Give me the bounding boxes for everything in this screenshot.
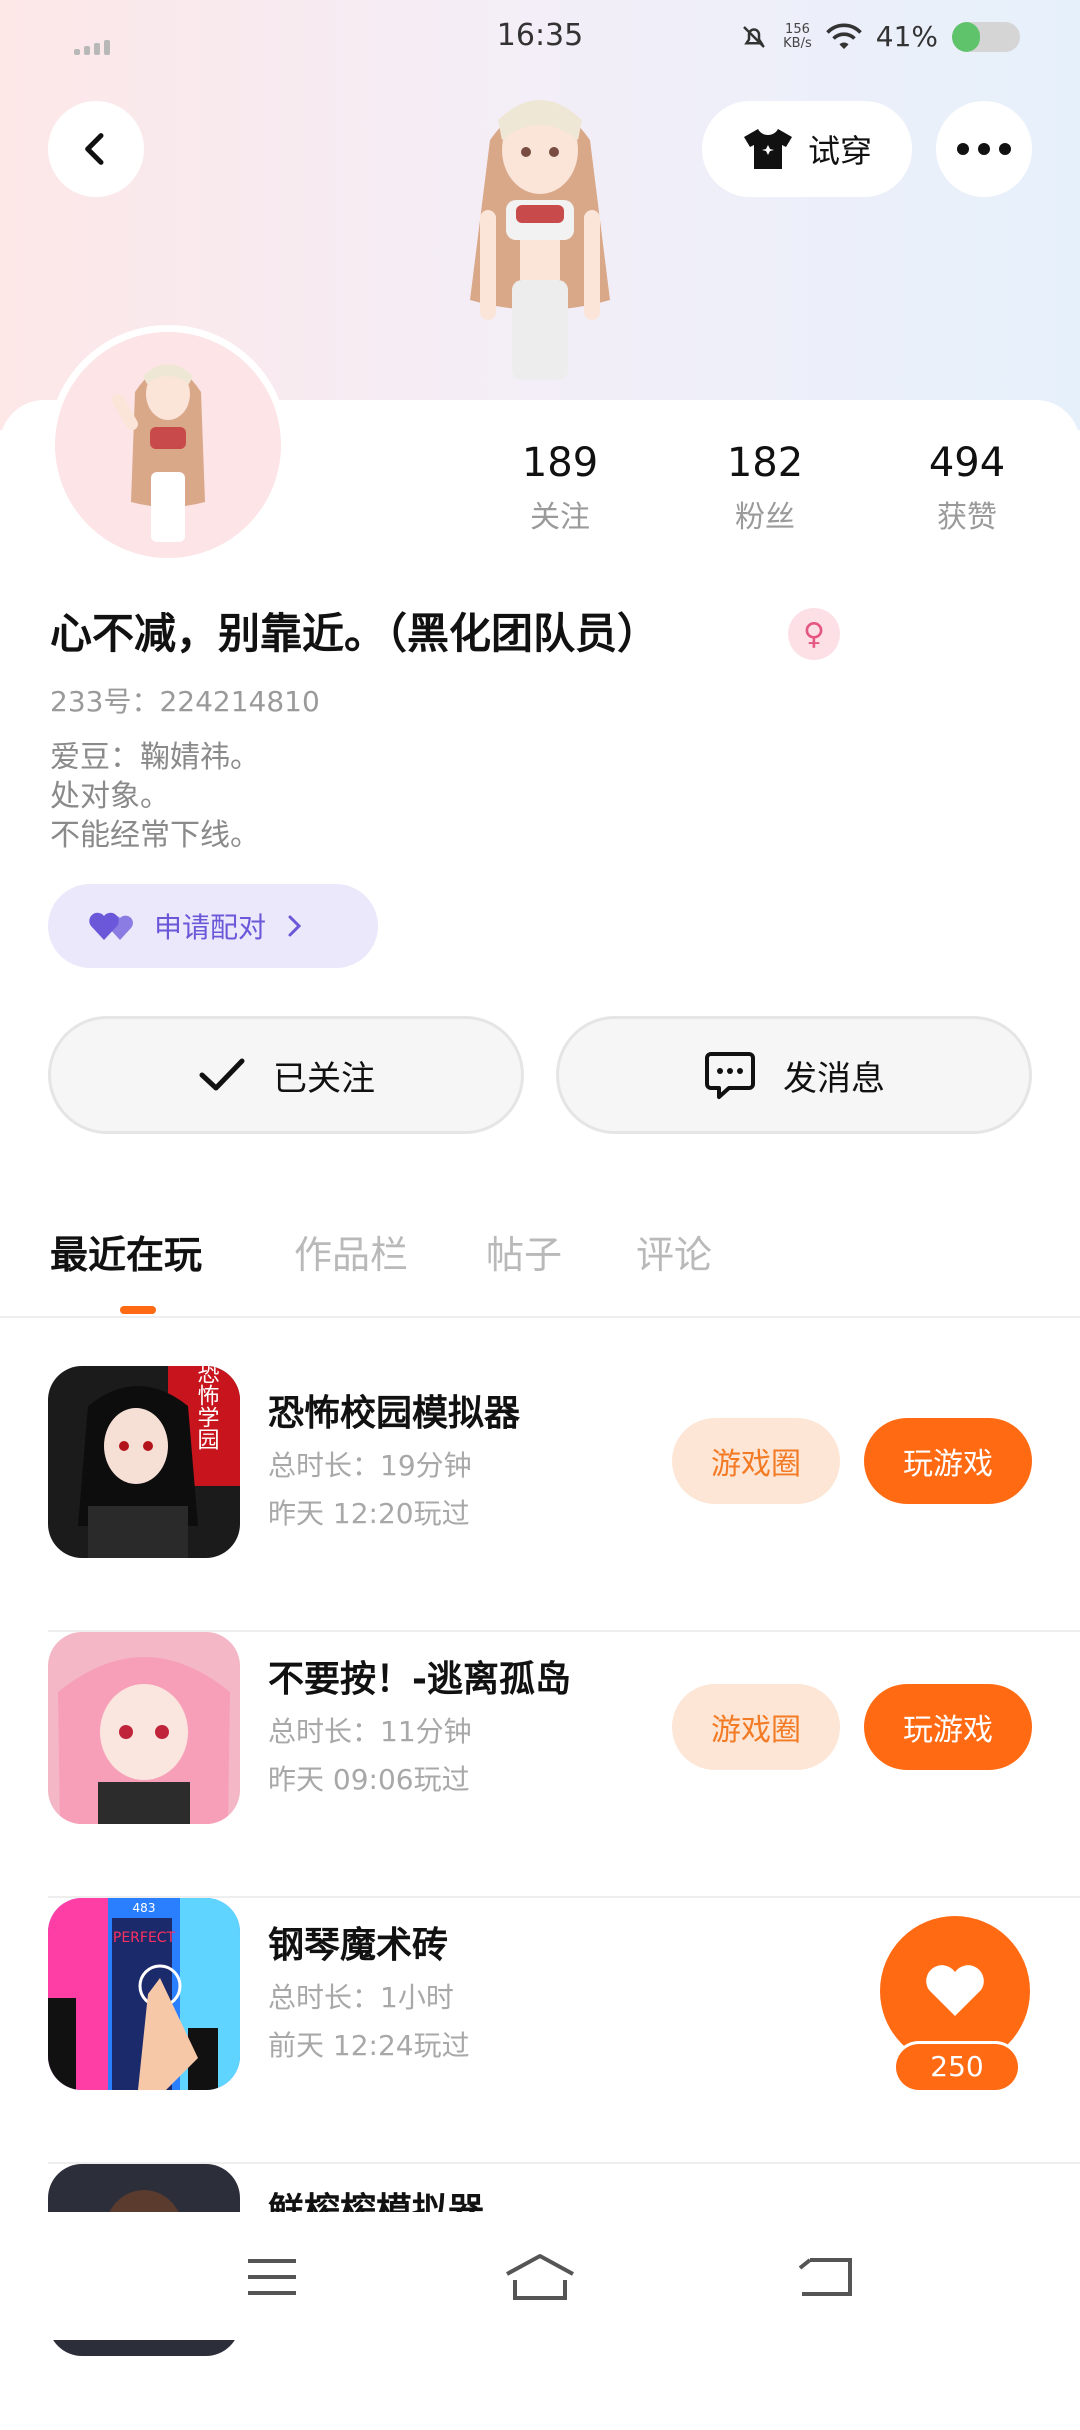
avatar[interactable]: [48, 325, 288, 565]
heart-icon: [926, 1965, 984, 2016]
stat-followers[interactable]: 182 粉丝: [685, 440, 845, 536]
game-duration: 总时长：11分钟: [268, 1715, 472, 1748]
followed-label: 已关注: [273, 1058, 375, 1099]
followed-button[interactable]: 已关注: [48, 1016, 524, 1134]
tshirt-icon: [743, 129, 792, 169]
more-dots-icon: [957, 143, 1011, 155]
game-duration: 总时长：19分钟: [268, 1449, 472, 1482]
tab-recent-play[interactable]: 最近在玩: [50, 1224, 202, 1279]
wifi-icon: [825, 23, 862, 49]
tab-comments[interactable]: 评论: [636, 1224, 712, 1279]
play-game-button[interactable]: 玩游戏: [864, 1684, 1032, 1770]
game-title: 钢琴魔术砖: [268, 1925, 449, 1966]
tab-posts[interactable]: 帖子: [486, 1224, 562, 1279]
game-row[interactable]: 不要按！-逃离孤岛 总时长：11分钟 昨天 09:06玩过 游戏圈 玩游戏: [48, 1632, 1080, 1898]
menu-icon: [248, 2259, 296, 2295]
message-label: 发消息: [783, 1058, 885, 1099]
tab-works[interactable]: 作品栏: [294, 1224, 408, 1279]
game-duration: 总时长：1小时: [268, 1981, 454, 2014]
avatar-figure: [112, 364, 205, 542]
profile-bio: 爱豆：鞠婧祎。 处对象。 不能经常下线。: [50, 740, 260, 853]
game-icon-horror-school[interactable]: 恐怖学园: [48, 1366, 240, 1558]
chat-bubble-icon: [705, 1052, 755, 1099]
avatar-3d-figure: [470, 100, 610, 380]
pair-request-label: 申请配对: [154, 911, 267, 944]
game-title: 不要按！-逃离孤岛: [268, 1659, 571, 1700]
game-circle-button[interactable]: 游戏圈: [672, 1418, 840, 1504]
game-icon-piano-tiles[interactable]: 483 PERFECT: [48, 1898, 240, 2090]
chevron-left-icon: [85, 133, 104, 165]
check-icon: [199, 1058, 245, 1091]
message-button[interactable]: 发消息: [556, 1016, 1032, 1134]
back-arrow-icon: [798, 2258, 852, 2296]
home-icon: [506, 2254, 574, 2300]
play-game-button[interactable]: 玩游戏: [864, 1418, 1032, 1504]
status-bar: 16:35 156 KB/s 41%: [0, 0, 1080, 80]
back-button[interactable]: [48, 101, 144, 197]
like-count: 250: [896, 2044, 1018, 2090]
icon-text: 恐怖学园: [194, 1366, 220, 1450]
active-tab-indicator: [120, 1306, 156, 1314]
game-title: 恐怖校园模拟器: [268, 1393, 521, 1434]
game-last-played: 前天 12:24玩过: [268, 2029, 470, 2062]
icon-score: 483: [133, 1901, 156, 1915]
system-nav-bar: [0, 2212, 1080, 2340]
battery-icon: [952, 21, 1020, 52]
game-last-played: 昨天 09:06玩过: [268, 1763, 470, 1796]
try-on-button[interactable]: 试穿: [702, 101, 912, 197]
try-on-label: 试穿: [807, 132, 872, 170]
stat-likes[interactable]: 494 获赞: [887, 440, 1047, 536]
female-icon: ♀: [788, 608, 840, 660]
back-nav-button[interactable]: [786, 2242, 866, 2312]
game-circle-button[interactable]: 游戏圈: [672, 1684, 840, 1770]
game-last-played: 昨天 12:20玩过: [268, 1497, 470, 1530]
battery-percent: 41%: [875, 20, 938, 53]
chevron-right-icon: [288, 915, 302, 937]
home-button[interactable]: [500, 2242, 580, 2312]
profile-tabs: 最近在玩 作品栏 帖子 评论: [0, 1214, 1080, 1318]
net-speed: 156 KB/s: [783, 21, 812, 51]
icon-text: PERFECT: [113, 1930, 176, 1946]
profile-name: 心不减，别靠近。（黑化团队员）: [50, 609, 660, 658]
game-row[interactable]: 恐怖学园 恐怖校园模拟器 总时长：19分钟 昨天 12:20玩过 游戏圈 玩游戏: [48, 1366, 1080, 1632]
more-button[interactable]: [936, 101, 1032, 197]
stat-following[interactable]: 189 关注: [480, 440, 640, 536]
menu-button[interactable]: [232, 2242, 312, 2312]
double-heart-icon: [89, 912, 133, 940]
pair-request-button[interactable]: 申请配对: [48, 884, 378, 968]
game-icon-escape-island[interactable]: [48, 1632, 240, 1824]
mute-bell-icon: [743, 25, 766, 48]
user-id: 233号：224214810: [50, 685, 320, 718]
